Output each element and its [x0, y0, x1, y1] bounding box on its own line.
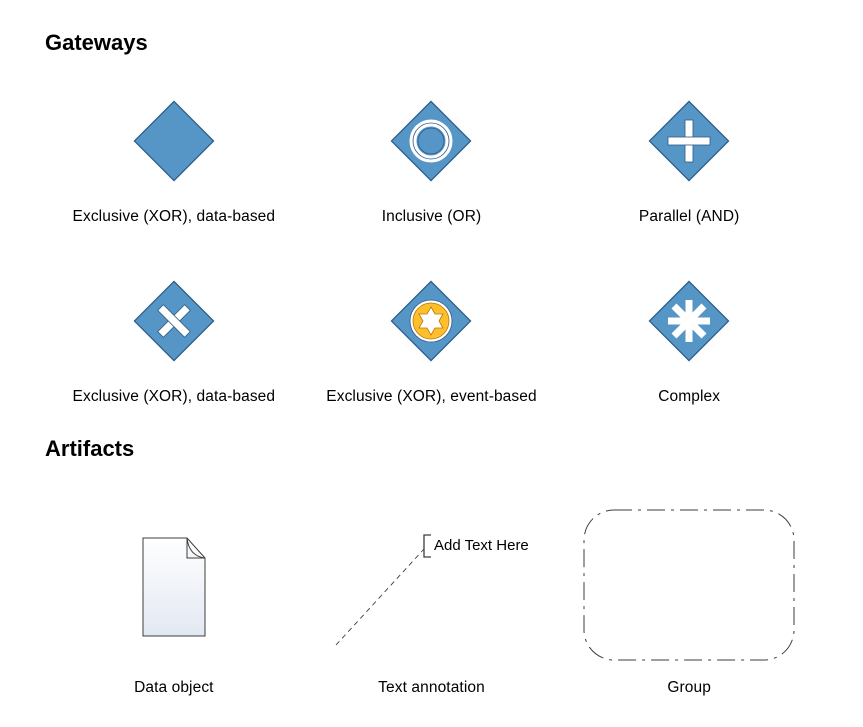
group-icon	[574, 507, 804, 667]
artifact-group: Group	[560, 487, 818, 697]
gateway-label: Inclusive (OR)	[382, 208, 482, 226]
diamond-plus-icon	[639, 86, 739, 196]
diamond-asterisk-icon	[639, 266, 739, 376]
gateway-label: Exclusive (XOR), event-based	[326, 388, 536, 406]
gateways-heading: Gateways	[45, 30, 818, 56]
annotation-icon: Add Text Here	[316, 507, 546, 667]
gateway-label: Parallel (AND)	[639, 208, 739, 226]
gateway-complex: Complex	[560, 266, 818, 406]
artifact-label: Data object	[134, 679, 214, 697]
gateway-parallel-and: Parallel (AND)	[560, 86, 818, 226]
diamond-circle-icon	[381, 86, 481, 196]
diamond-x-icon	[124, 266, 224, 376]
artifact-label: Group	[667, 679, 711, 697]
artifacts-grid: Data object Add Text Here Text annotatio…	[45, 487, 818, 697]
artifact-text-annotation: Add Text Here Text annotation	[303, 487, 561, 697]
gateway-label: Exclusive (XOR), data-based	[73, 208, 276, 226]
diamond-star-icon	[381, 266, 481, 376]
gateway-exclusive-xor-plain: Exclusive (XOR), data-based	[45, 86, 303, 226]
gateway-label: Complex	[658, 388, 720, 406]
gateway-exclusive-xor-x: Exclusive (XOR), data-based	[45, 266, 303, 406]
document-icon	[129, 507, 219, 667]
diamond-plain-icon	[124, 86, 224, 196]
gateway-inclusive-or: Inclusive (OR)	[303, 86, 561, 226]
artifact-data-object: Data object	[45, 487, 303, 697]
gateway-label: Exclusive (XOR), data-based	[73, 388, 276, 406]
gateway-exclusive-xor-event: Exclusive (XOR), event-based	[303, 266, 561, 406]
gateways-grid: Exclusive (XOR), data-based Inclusive (O…	[45, 86, 818, 406]
artifacts-heading: Artifacts	[45, 436, 818, 462]
artifact-label: Text annotation	[378, 679, 485, 697]
annotation-text: Add Text Here	[434, 537, 529, 554]
